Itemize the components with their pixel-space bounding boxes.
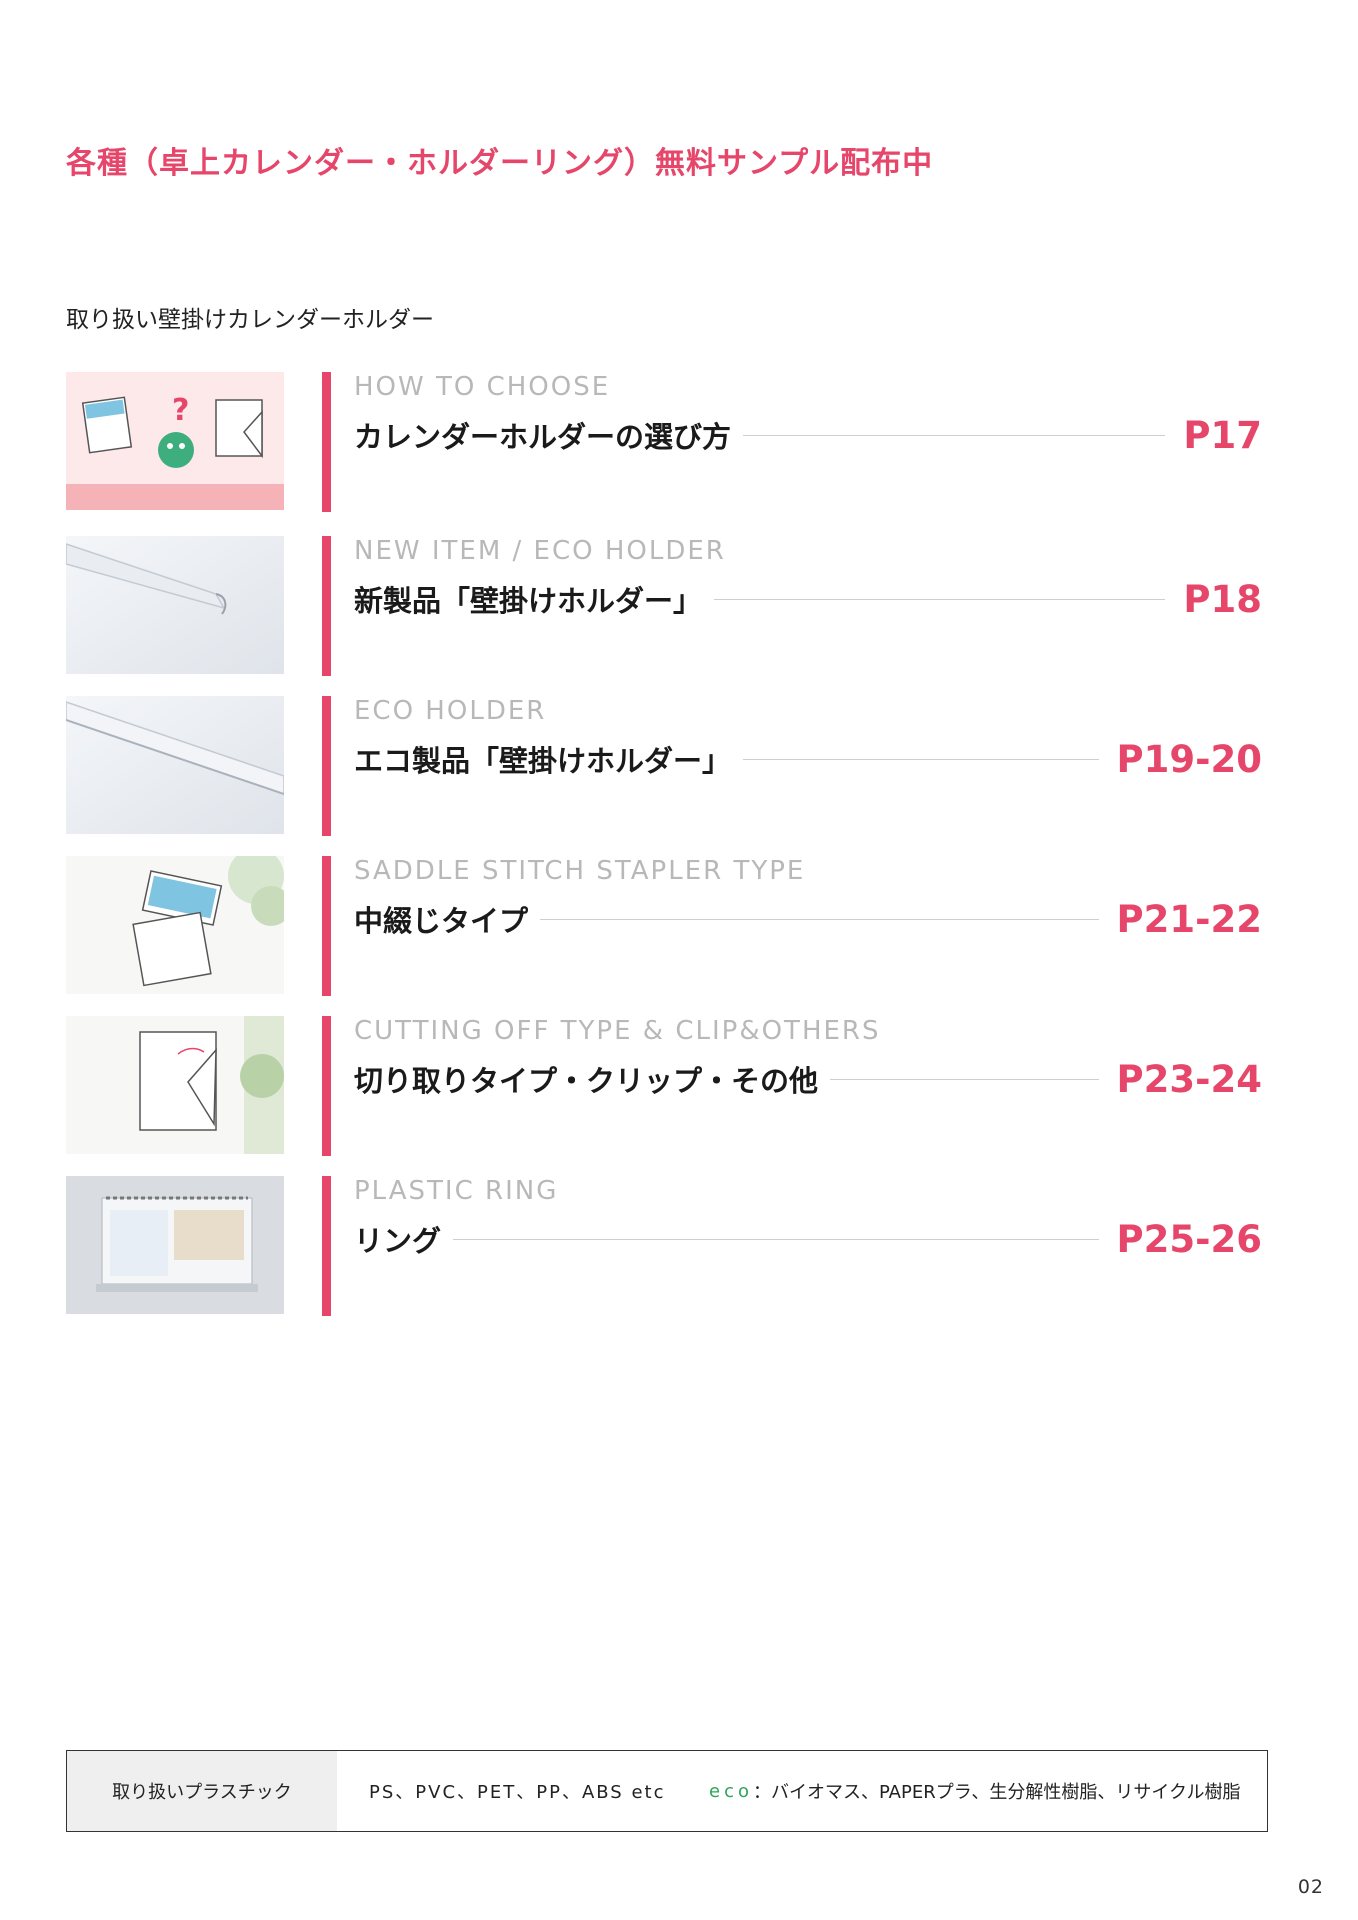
- thumbnail-how-to-choose: ?: [66, 372, 284, 510]
- thumbnail-saddle-stitch: [66, 856, 284, 994]
- accent-bar: [322, 1176, 331, 1316]
- leader-line: [743, 758, 1099, 760]
- banner-headline: 各種（卓上カレンダー・ホルダーリング）無料サンプル配布中: [66, 146, 934, 181]
- page-reference[interactable]: P19-20: [1117, 738, 1262, 781]
- entry-english-label: NEW ITEM / ECO HOLDER: [354, 536, 726, 566]
- page-reference[interactable]: P17: [1183, 414, 1262, 457]
- eco-word: eco: [709, 1780, 753, 1802]
- page-reference[interactable]: P21-22: [1117, 898, 1262, 941]
- leader-line: [714, 598, 1166, 600]
- accent-bar: [322, 1016, 331, 1156]
- toc-entry-saddle-stitch[interactable]: SADDLE STITCH STAPLER TYPE 中綴じタイプ P21-22: [66, 856, 1262, 996]
- entry-title[interactable]: エコ製品「壁掛けホルダー」: [354, 738, 743, 780]
- entry-english-label: PLASTIC RING: [354, 1176, 559, 1206]
- leader-line: [830, 1078, 1099, 1080]
- entry-english-label: SADDLE STITCH STAPLER TYPE: [354, 856, 806, 886]
- entry-title[interactable]: 切り取りタイプ・クリップ・その他: [354, 1058, 830, 1100]
- page-reference[interactable]: P18: [1183, 578, 1262, 621]
- materials-values: PS、PVC、PET、PP、ABS etc: [369, 1782, 666, 1803]
- accent-bar: [322, 856, 331, 996]
- toc-entry-new-item[interactable]: NEW ITEM / ECO HOLDER 新製品「壁掛けホルダー」 P18: [66, 536, 1262, 676]
- leader-line: [453, 1238, 1099, 1240]
- thumbnail-plastic-ring: [66, 1176, 284, 1314]
- entry-title[interactable]: リング: [354, 1218, 453, 1260]
- page-number: 02: [1297, 1876, 1324, 1898]
- toc-entry-eco-holder[interactable]: ECO HOLDER エコ製品「壁掛けホルダー」 P19-20: [66, 696, 1262, 836]
- toc-entry-plastic-ring[interactable]: PLASTIC RING リング P25-26: [66, 1176, 1262, 1316]
- materials-table: 取り扱いプラスチック PS、PVC、PET、PP、ABS etc eco ：バイ…: [66, 1750, 1268, 1832]
- accent-bar: [322, 372, 331, 512]
- accent-bar: [322, 696, 331, 836]
- eco-description: ：バイオマス、PAPERプラ、生分解性樹脂、リサイクル樹脂: [752, 1782, 1241, 1803]
- entry-english-label: ECO HOLDER: [354, 696, 547, 726]
- entry-title[interactable]: カレンダーホルダーの選び方: [354, 414, 743, 456]
- thumbnail-cutting-off: [66, 1016, 284, 1154]
- thumbnail-new-holder: [66, 536, 284, 674]
- page-reference[interactable]: P25-26: [1117, 1218, 1262, 1261]
- entry-title[interactable]: 新製品「壁掛けホルダー」: [354, 578, 714, 620]
- entry-english-label: HOW TO CHOOSE: [354, 372, 611, 402]
- leader-line: [540, 918, 1099, 920]
- entry-title[interactable]: 中綴じタイプ: [354, 898, 540, 940]
- toc-entry-how-to-choose[interactable]: ? HOW TO CHOOSE カレンダーホルダーの選び方 P17: [66, 372, 1262, 512]
- page-reference[interactable]: P23-24: [1117, 1058, 1262, 1101]
- accent-bar: [322, 536, 331, 676]
- materials-label: 取り扱いプラスチック: [67, 1751, 337, 1831]
- toc-entry-cutting-off[interactable]: CUTTING OFF TYPE & CLIP&OTHERS 切り取りタイプ・ク…: [66, 1016, 1262, 1156]
- entry-english-label: CUTTING OFF TYPE & CLIP&OTHERS: [354, 1016, 881, 1046]
- thumbnail-eco-holder: [66, 696, 284, 834]
- svg-text:?: ?: [172, 393, 189, 428]
- leader-line: [743, 434, 1166, 436]
- materials-eco: eco ：バイオマス、PAPERプラ、生分解性樹脂、リサイクル樹脂: [709, 1751, 1240, 1831]
- section-subheading: 取り扱い壁掛けカレンダーホルダー: [66, 307, 434, 333]
